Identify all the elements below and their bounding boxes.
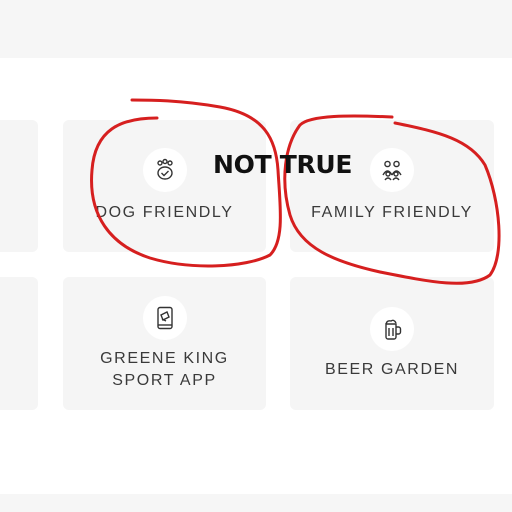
- family-icon: [370, 148, 414, 192]
- amenity-tile-dog-friendly[interactable]: DOG FRIENDLY: [63, 120, 266, 252]
- amenity-label: BEER GARDEN: [324, 360, 460, 378]
- phone-app-icon: [142, 295, 187, 340]
- amenity-tile-partial-row1[interactable]: [0, 120, 38, 252]
- bottom-band: [0, 494, 512, 512]
- amenity-tile-sport-app[interactable]: GREENE KING SPORT APP: [63, 277, 266, 410]
- top-band: [0, 0, 512, 58]
- amenity-label: FAMILY FRIENDLY: [311, 204, 473, 221]
- amenity-label: DOG FRIENDLY: [95, 204, 234, 221]
- dog-paw-icon: [142, 148, 187, 192]
- amenity-tile-partial-row2[interactable]: [0, 277, 38, 410]
- annotation-text: NOT TRUE: [213, 150, 353, 179]
- amenity-label: GREENE KING SPORT APP: [100, 349, 229, 389]
- amenity-tile-family-friendly[interactable]: FAMILY FRIENDLY: [290, 120, 494, 252]
- amenity-tile-beer-garden[interactable]: BEER GARDEN: [290, 277, 494, 410]
- beer-mug-icon: [370, 306, 414, 351]
- annotation-scribble: [90, 98, 501, 285]
